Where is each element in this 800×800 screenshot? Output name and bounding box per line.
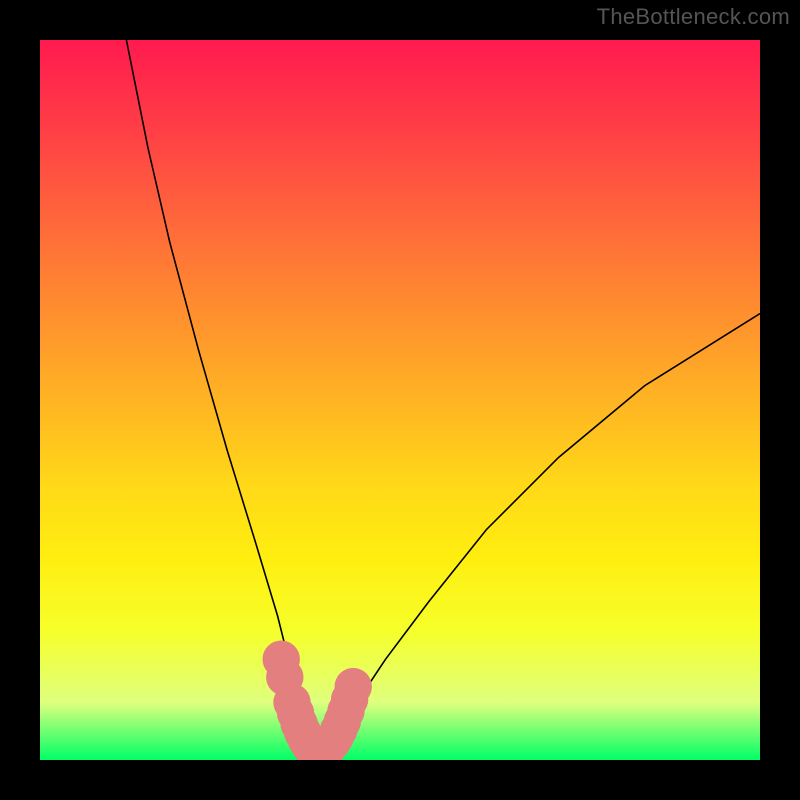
chart-svg xyxy=(40,40,760,760)
chart-frame: TheBottleneck.com xyxy=(0,0,800,800)
watermark-text: TheBottleneck.com xyxy=(597,4,790,30)
plot-area xyxy=(40,40,760,760)
marker-group xyxy=(263,641,372,761)
bottleneck-curve xyxy=(126,40,760,753)
data-marker xyxy=(335,668,372,705)
